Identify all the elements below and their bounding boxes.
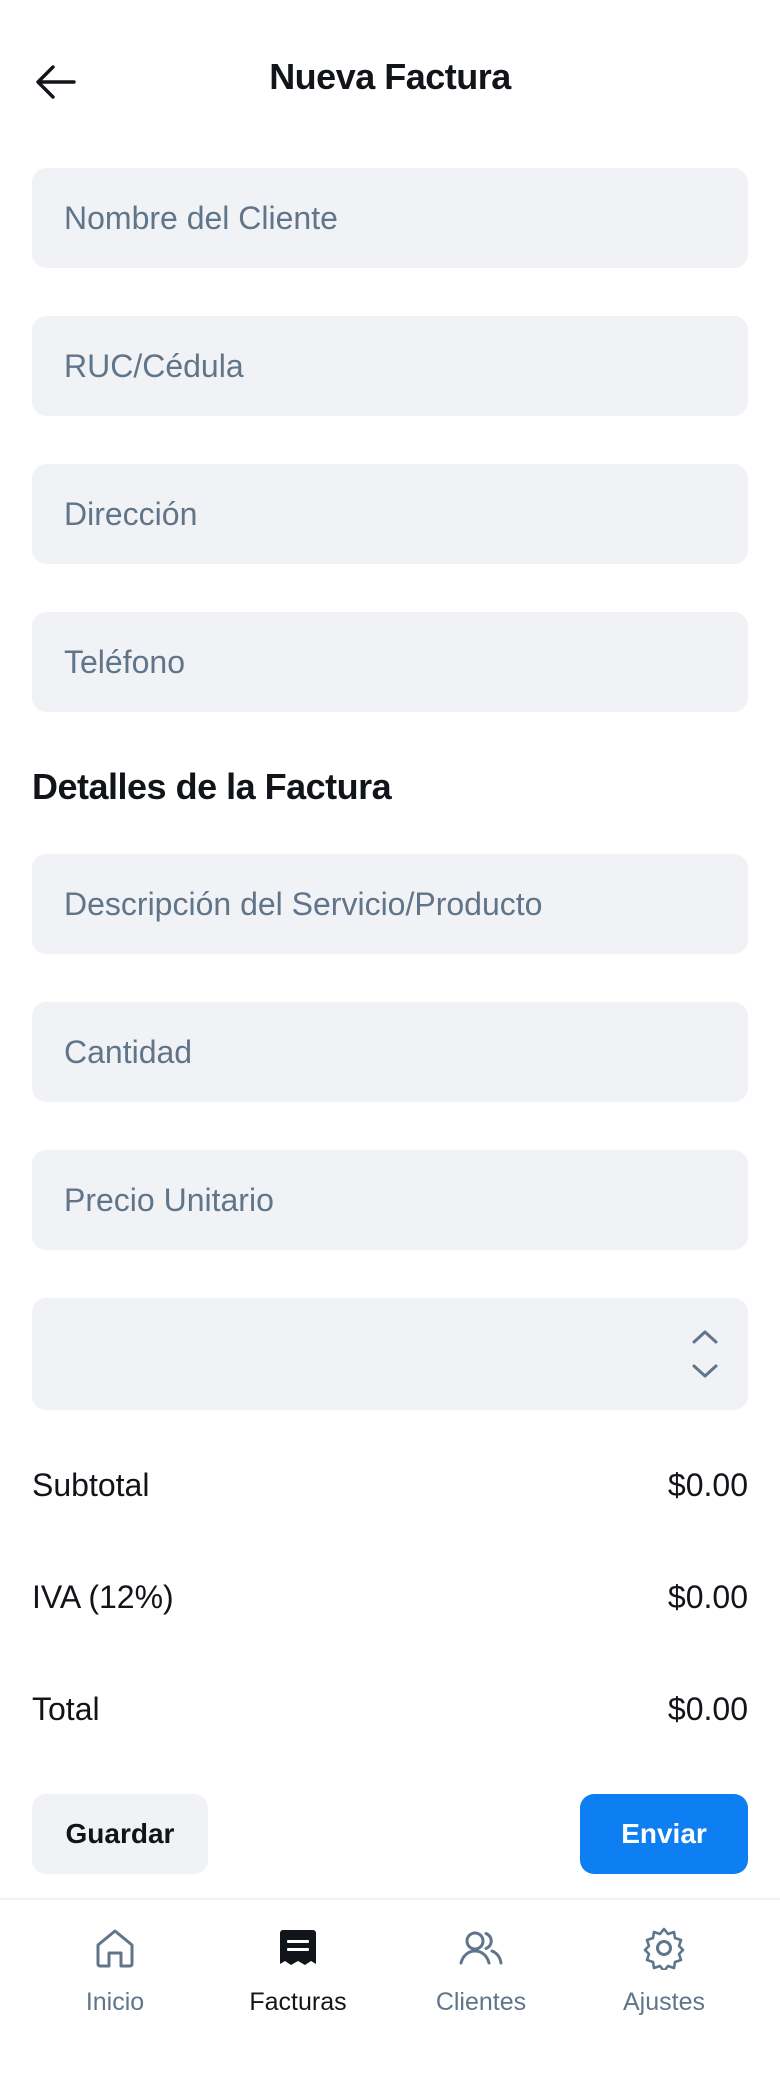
client-id-input[interactable] xyxy=(32,316,748,416)
nav-label-facturas: Facturas xyxy=(249,1988,347,2016)
total-value: $0.00 xyxy=(667,1691,748,1727)
home-icon xyxy=(96,1929,134,1968)
nav-label-inicio: Inicio xyxy=(85,1988,145,2016)
bottom-nav: Inicio Facturas Clientes Ajustes xyxy=(0,1898,780,2090)
unit-price-input[interactable] xyxy=(32,1150,748,1250)
nav-label-clientes: Clientes xyxy=(435,1988,527,2016)
subtotal-row: Subtotal $0.00 xyxy=(32,1467,748,1507)
quantity-input[interactable] xyxy=(32,1002,748,1102)
nav-item-facturas[interactable]: Facturas xyxy=(208,1926,388,2036)
receipt-icon xyxy=(280,1930,316,1965)
section-title-details: Detalles de la Factura xyxy=(32,766,392,807)
nav-item-clientes[interactable]: Clientes xyxy=(391,1926,571,2036)
save-button[interactable]: Guardar xyxy=(32,1794,208,1874)
client-name-input[interactable] xyxy=(32,168,748,268)
total-label: Total xyxy=(32,1691,100,1727)
users-icon xyxy=(459,1931,503,1965)
chevron-up-down-icon xyxy=(692,1330,718,1378)
nav-item-inicio[interactable]: Inicio xyxy=(25,1926,205,2036)
send-button[interactable]: Enviar xyxy=(580,1794,748,1874)
total-row: Total $0.00 xyxy=(32,1691,748,1731)
select-dropdown[interactable] xyxy=(32,1298,748,1410)
tax-value: $0.00 xyxy=(667,1579,748,1615)
client-address-input[interactable] xyxy=(32,464,748,564)
gear-icon xyxy=(643,1927,685,1970)
description-input[interactable] xyxy=(32,854,748,954)
tax-row: IVA (12%) $0.00 xyxy=(32,1579,748,1619)
page-title: Nueva Factura xyxy=(269,56,511,97)
subtotal-value: $0.00 xyxy=(667,1467,748,1503)
subtotal-label: Subtotal xyxy=(32,1467,150,1503)
tax-label: IVA (12%) xyxy=(32,1579,174,1615)
nav-label-ajustes: Ajustes xyxy=(623,1988,705,2016)
app-header: Nueva Factura xyxy=(0,0,780,160)
client-phone-input[interactable] xyxy=(32,612,748,712)
nav-item-ajustes[interactable]: Ajustes xyxy=(574,1926,754,2036)
